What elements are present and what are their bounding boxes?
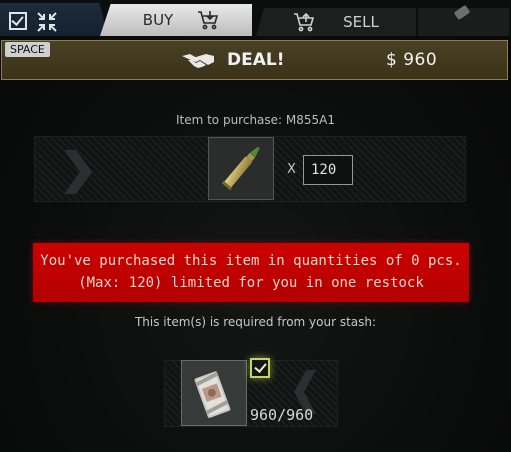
restock-limit-warning: You've purchased this item in quantities…: [33, 243, 469, 302]
tab-buy-label: BUY: [142, 11, 174, 29]
rifle-cartridge-icon: [221, 146, 260, 191]
required-item-slot[interactable]: [181, 360, 247, 426]
deal-button[interactable]: SPACE DEAL! $ 960: [1, 40, 508, 80]
collapse-icon[interactable]: [36, 11, 58, 33]
required-count: 960/960: [250, 406, 314, 424]
select-all-checkbox-icon[interactable]: [9, 12, 27, 30]
requirement-label: This item(s) is required from your stash…: [134, 315, 377, 329]
item-slot-m855a1[interactable]: [208, 137, 274, 200]
purchase-item-title: Item to purchase: M855A1: [175, 113, 336, 127]
buy-cart-icon: [198, 11, 219, 30]
deal-price: $ 960: [386, 50, 438, 70]
quantity-multiplier: X: [287, 162, 296, 177]
tab-tools[interactable]: [0, 3, 108, 36]
chevron-right-icon[interactable]: [60, 148, 94, 196]
space-key-hint: SPACE: [5, 42, 50, 57]
handshake-icon: [182, 54, 214, 68]
deal-label: DEAL!: [227, 50, 285, 70]
quantity-input[interactable]: [303, 155, 353, 185]
tab-sell-label: SELL: [343, 13, 379, 31]
requirement-checkbox-icon[interactable]: [250, 358, 270, 378]
tab-sell[interactable]: SELL: [256, 8, 416, 36]
warning-line-2: (Max: 120) limited for you in one restoc…: [78, 275, 424, 291]
warning-line-1: You've purchased this item in quantities…: [40, 253, 462, 269]
tab-buy[interactable]: BUY: [100, 4, 252, 36]
sell-cart-icon: [294, 12, 315, 32]
roubles-cash-icon: [194, 371, 231, 418]
